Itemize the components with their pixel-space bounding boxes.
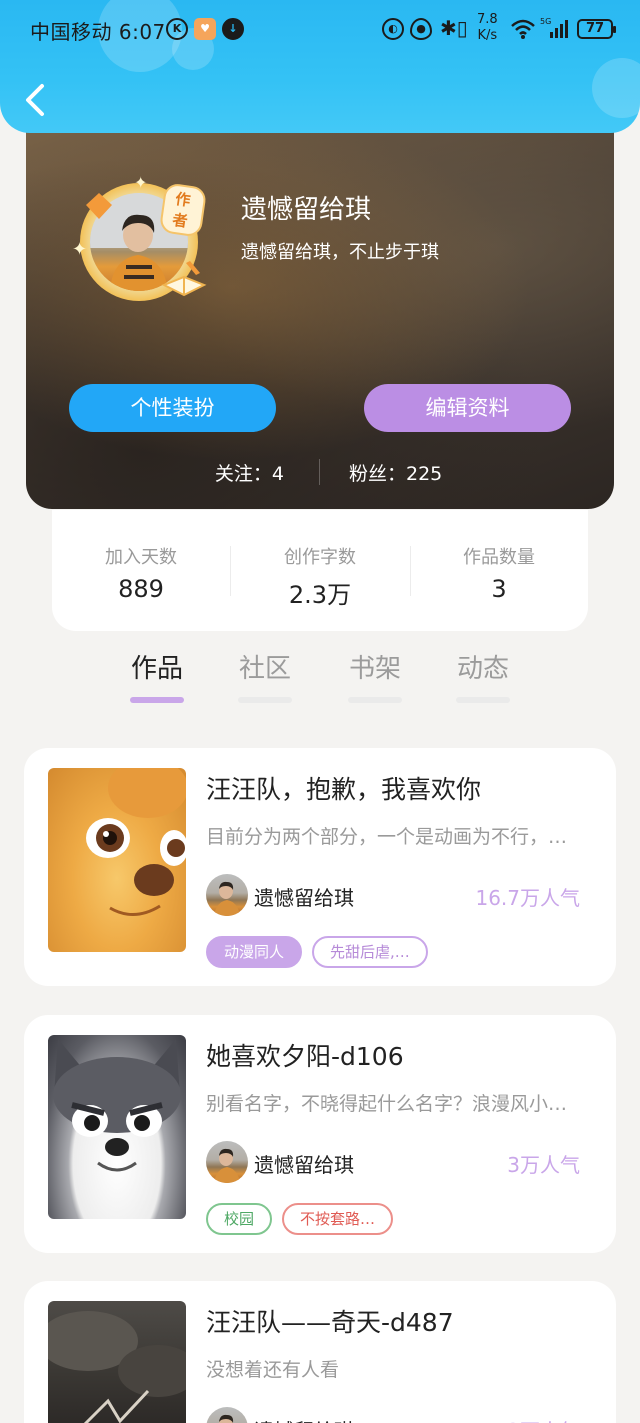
tab-bookshelf[interactable]: 书架 — [320, 648, 430, 703]
author-row: 遗憾留给琪 3万人气 — [206, 1141, 596, 1183]
tag[interactable]: 校园 — [206, 1203, 273, 1235]
work-cover[interactable] — [48, 768, 186, 952]
follow-stats: 关注：4 粉丝：225 — [26, 459, 614, 487]
author-name: 遗憾留给琪 — [254, 1415, 354, 1423]
author-row: 遗憾留给琪 3万人气 — [206, 1407, 596, 1423]
work-card[interactable]: 汪汪队——奇天-d487 没想着还有人看 遗憾留给琪 3万人气 — [24, 1281, 616, 1423]
stat-join-days: 加入天数 889 — [52, 543, 230, 603]
wifi-icon — [511, 19, 535, 39]
profile-card: 作者 ✦ ✦ 遗憾留给琪 遗憾留给琪，不止步于琪 个性装扮 编辑资料 关注：4 … — [26, 105, 614, 509]
tab-label: 社区 — [238, 654, 291, 684]
tab-indicator — [456, 697, 510, 703]
dark-cover-art — [48, 1311, 186, 1423]
dog-cover-art — [86, 768, 186, 916]
tag[interactable]: 不按套路… — [282, 1203, 394, 1235]
dress-up-button[interactable]: 个性装扮 — [69, 384, 276, 432]
tab-works[interactable]: 作品 — [102, 648, 212, 703]
stats-card: 加入天数 889 创作字数 2.3万 作品数量 3 — [52, 510, 588, 631]
tab-indicator — [238, 697, 292, 703]
svg-text:5G: 5G — [540, 17, 551, 26]
orange-gem-icon — [86, 193, 112, 219]
decor-bubble — [592, 58, 640, 118]
work-title[interactable]: 汪汪队——奇天-d487 — [206, 1303, 454, 1339]
network-speed: 7.8 K/s — [477, 12, 498, 44]
work-card[interactable]: 汪汪队，抱歉，我喜欢你 目前分为两个部分，一个是动画为不行，… 遗憾留给琪 16… — [24, 748, 616, 986]
tab-indicator — [130, 697, 184, 703]
popularity: 3万人气 — [507, 1415, 580, 1423]
avatar-person-icon — [214, 1148, 240, 1183]
tag[interactable]: 动漫同人 — [206, 936, 303, 968]
back-arrow-icon[interactable] — [20, 80, 56, 120]
avatar[interactable] — [206, 874, 248, 916]
author-name: 遗憾留给琪 — [254, 1153, 354, 1177]
husky-cover-art — [53, 1039, 181, 1172]
stat-value: 889 — [118, 575, 164, 603]
stat-label: 作品数量 — [463, 547, 535, 568]
work-description: 目前分为两个部分，一个是动画为不行，… — [206, 826, 568, 848]
work-card[interactable]: 她喜欢夕阳-d106 别看名字，不晓得起什么名字？浪漫风小… 遗憾留给琪 3万人… — [24, 1015, 616, 1253]
stat-word-count: 创作字数 2.3万 — [231, 543, 409, 610]
stat-value: 3 — [491, 575, 507, 603]
fans-count[interactable]: 粉丝：225 — [349, 459, 442, 486]
profile-bio: 遗憾留给琪，不止步于琪 — [241, 242, 439, 263]
work-cover[interactable] — [48, 1301, 186, 1423]
sync-icon: ◐ — [382, 18, 404, 40]
following-count[interactable]: 关注：4 — [215, 459, 284, 486]
carrier-time: 中国移动 6:07 — [30, 20, 166, 44]
eye-icon: ● — [410, 18, 432, 40]
tag-list: 动漫同人 先甜后虐,… — [206, 936, 438, 968]
popularity: 3万人气 — [507, 1153, 580, 1177]
work-description: 别看名字，不晓得起什么名字？浪漫风小… — [206, 1093, 568, 1115]
status-bar: 中国移动 6:07 K ♥ ↓ ◐ ● ✱▯ 7.8 K/s 5G 77 — [0, 0, 640, 60]
author-row: 遗憾留给琪 16.7万人气 — [206, 874, 596, 916]
sparkle-icon: ✦ — [134, 173, 148, 192]
author-badge: 作者 — [158, 182, 208, 238]
stat-label: 创作字数 — [284, 547, 356, 568]
book-pen-icon — [161, 261, 207, 297]
bluetooth-battery-icon: ✱▯ — [440, 16, 468, 40]
sparkle-icon: ✦ — [72, 239, 88, 260]
tab-label: 作品 — [130, 654, 183, 684]
heart-app-icon: ♥ — [194, 18, 216, 40]
work-cover[interactable] — [48, 1035, 186, 1219]
stat-value: 2.3万 — [288, 581, 352, 609]
work-description: 没想着还有人看 — [206, 1359, 340, 1381]
battery-icon: 77 — [577, 19, 616, 39]
tag-list: 校园 不按套路… — [206, 1203, 403, 1235]
tag[interactable]: 先甜后虐,… — [312, 936, 428, 968]
profile-tabs: 作品 社区 书架 动态 — [0, 648, 640, 708]
signal-5g-icon: 5G — [540, 17, 568, 38]
stat-label: 加入天数 — [105, 547, 177, 568]
author-avatar-frame[interactable]: 作者 ✦ ✦ — [72, 173, 208, 307]
avatar-person-icon — [219, 1414, 234, 1423]
app-header: 中国移动 6:07 K ♥ ↓ ◐ ● ✱▯ 7.8 K/s 5G 77 — [0, 0, 640, 133]
profile-name: 遗憾留给琪 — [241, 195, 372, 225]
tab-label: 书架 — [348, 654, 401, 684]
speed-unit: K/s — [477, 28, 498, 43]
avatar-person-icon — [214, 881, 240, 916]
tab-activity[interactable]: 动态 — [428, 648, 538, 703]
tab-indicator — [348, 697, 402, 703]
author-name: 遗憾留给琪 — [254, 886, 354, 910]
popularity: 16.7万人气 — [475, 886, 580, 910]
stat-work-count: 作品数量 3 — [410, 543, 588, 603]
k-app-icon: K — [166, 18, 188, 40]
tab-community[interactable]: 社区 — [210, 648, 320, 703]
speed-value: 7.8 — [477, 12, 498, 27]
work-title[interactable]: 汪汪队，抱歉，我喜欢你 — [206, 770, 481, 806]
avatar[interactable] — [206, 1141, 248, 1183]
tab-label: 动态 — [456, 654, 509, 684]
divider — [319, 459, 320, 485]
download-app-icon: ↓ — [222, 18, 244, 40]
work-title[interactable]: 她喜欢夕阳-d106 — [206, 1037, 404, 1073]
edit-profile-button[interactable]: 编辑资料 — [364, 384, 571, 432]
avatar[interactable] — [206, 1407, 248, 1423]
